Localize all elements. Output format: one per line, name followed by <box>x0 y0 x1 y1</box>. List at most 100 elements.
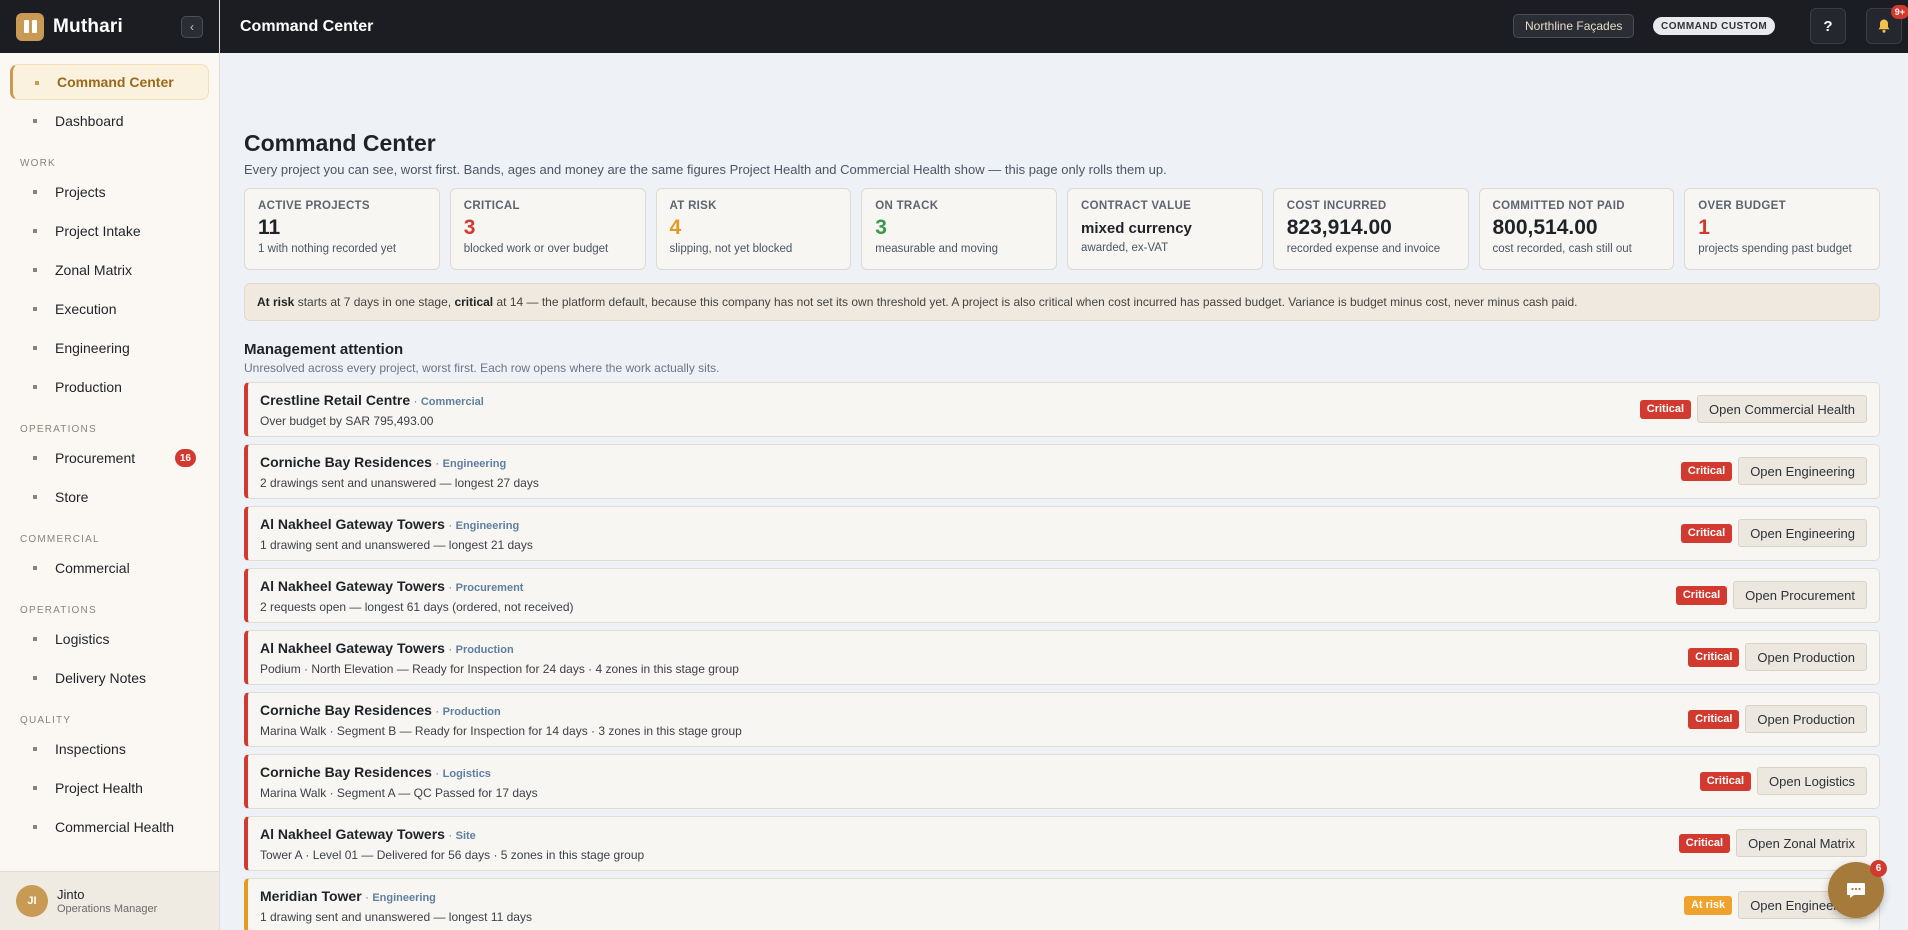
attention-row[interactable]: Crestline Retail Centre · Commercial Over… <box>244 382 1880 437</box>
kpi-label: Cost Incurred <box>1286 200 1387 212</box>
tenant-switcher[interactable]: Northline Façades <box>1513 14 1635 38</box>
sidebar-item-execution[interactable]: Execution <box>10 291 209 327</box>
row-area-tag: Commercial <box>420 396 484 408</box>
sidebar-item-zonal-matrix[interactable]: Zonal Matrix <box>10 252 209 288</box>
collapse-sidebar-button[interactable]: ‹ <box>181 15 203 38</box>
open-production-button[interactable]: Open Production <box>1745 705 1867 733</box>
kpi-value: 1 <box>1698 216 1710 239</box>
kpi-label: Active Projects <box>258 200 370 212</box>
sidebar-item-inspections[interactable]: Inspections <box>10 731 209 767</box>
attention-row[interactable]: Corniche Bay Residences · Logistics Marin… <box>244 754 1880 809</box>
sidebar-nav: Command Center Dashboard Work Projects Proje… <box>0 53 219 845</box>
sidebar-item-dashboard[interactable]: Dashboard <box>10 103 209 139</box>
notifications-button[interactable]: 9+ <box>1866 5 1908 44</box>
sidebar-item-delivery-notes[interactable]: Delivery Notes <box>10 660 209 696</box>
sidebar-item-label: Commercial Health <box>55 819 175 835</box>
sidebar-item-label: Project Health <box>55 780 143 796</box>
kpi-card-committed-not-paid: Committed Not Paid 800,514.00 cost recorde… <box>1478 188 1675 270</box>
kpi-label: Contract Value <box>1081 200 1192 212</box>
sidebar-item-projects[interactable]: Projects <box>10 174 209 210</box>
topbar: Command Center Northline Façades COMMAND… <box>220 0 1908 53</box>
row-actions: Critical Open Engineering <box>1680 457 1867 485</box>
status-badge: Critical <box>1688 647 1740 667</box>
attention-row[interactable]: Al Nakheel Gateway Towers · Engineering 1… <box>244 506 1880 561</box>
notice-at-risk-label: At risk <box>257 295 295 309</box>
open-logistics-button[interactable]: Open Logistics <box>1757 767 1867 795</box>
row-actions: Critical Open Logistics <box>1699 767 1867 795</box>
sidebar-item-label: Delivery Notes <box>55 670 147 686</box>
kpi-note: 1 with nothing recorded yet <box>258 243 397 255</box>
sidebar-item-commercial-health[interactable]: Commercial Health <box>10 809 209 845</box>
chat-button[interactable]: 6 <box>1828 860 1887 918</box>
sidebar-item-label: Projects <box>55 184 106 200</box>
kpi-strip: Active Projects 11 1 with nothing recorded… <box>244 188 1880 270</box>
row-separator: · <box>431 766 443 780</box>
row-description: Marina Walk · Segment A — QC Passed for … <box>260 786 538 800</box>
row-project-name: Al Nakheel Gateway Towers <box>260 516 445 532</box>
open-production-button[interactable]: Open Production <box>1745 643 1867 671</box>
row-separator: · <box>431 704 443 718</box>
row-project-name: Al Nakheel Gateway Towers <box>260 578 445 594</box>
row-area-tag: Engineering <box>455 520 520 532</box>
sidebar-item-logistics[interactable]: Logistics <box>10 621 209 657</box>
sidebar-item-engineering[interactable]: Engineering <box>10 330 209 366</box>
row-description: 2 requests open — longest 61 days (order… <box>260 600 574 614</box>
open-commercial-health-button[interactable]: Open Commercial Health <box>1697 395 1867 423</box>
open-procurement-button[interactable]: Open Procurement <box>1733 581 1867 609</box>
topbar-title: Command Center <box>240 17 374 35</box>
sidebar-item-project-intake[interactable]: Project Intake <box>10 213 209 249</box>
brand-logo-icon[interactable] <box>16 12 44 41</box>
attention-row[interactable]: Al Nakheel Gateway Towers · Production Po… <box>244 630 1880 685</box>
sidebar-item-label: Execution <box>55 301 117 317</box>
chat-icon <box>1847 883 1865 898</box>
sidebar-item-production[interactable]: Production <box>10 369 209 405</box>
row-separator: · <box>444 642 456 656</box>
kpi-value: 3 <box>875 216 887 239</box>
sidebar-item-command-center[interactable]: Command Center <box>10 64 209 100</box>
status-badge: Critical <box>1678 833 1731 853</box>
row-project-name: Corniche Bay Residences <box>260 454 432 470</box>
attention-row[interactable]: Corniche Bay Residences · Engineering 2 d… <box>244 444 1880 499</box>
row-project-name: Meridian Tower <box>260 888 362 904</box>
attention-row[interactable]: Corniche Bay Residences · Production Mari… <box>244 692 1880 747</box>
kpi-card-active-projects: Active Projects 11 1 with nothing recorded… <box>244 188 440 270</box>
brand-name: Muthari <box>53 15 124 37</box>
open-engineering-button[interactable]: Open Engineering <box>1738 519 1867 547</box>
sidebar-section-commercial: Commercial <box>20 533 100 545</box>
kpi-value: 823,914.00 <box>1286 216 1392 239</box>
page-subtitle: Every project you can see, worst first. … <box>244 162 1167 177</box>
kpi-note: slipping, not yet blocked <box>669 243 793 255</box>
row-separator: · <box>444 580 456 594</box>
open-zonal-matrix-button[interactable]: Open Zonal Matrix <box>1736 829 1867 857</box>
sidebar-item-store[interactable]: Store <box>10 479 209 515</box>
row-separator: · <box>444 828 456 842</box>
kpi-card-contract-value: Contract Value mixed currency awarded, ex-… <box>1067 188 1263 270</box>
status-badge: Critical <box>1680 461 1733 481</box>
avatar: JI <box>16 885 48 917</box>
open-engineering-button[interactable]: Open Engineering <box>1738 457 1867 485</box>
row-actions: Critical Open Engineering <box>1680 519 1867 547</box>
kpi-value: mixed currency <box>1081 220 1192 237</box>
sidebar-item-commercial[interactable]: Commercial <box>10 550 209 586</box>
kpi-note: awarded, ex-VAT <box>1081 242 1169 254</box>
kpi-note: recorded expense and invoice <box>1286 243 1441 255</box>
row-separator: · <box>361 890 373 904</box>
sidebar-item-project-health[interactable]: Project Health <box>10 770 209 806</box>
help-button[interactable]: ? <box>1810 8 1846 44</box>
user-menu[interactable]: JI Jinto Operations Manager <box>0 871 219 930</box>
sidebar-item-label: Procurement <box>55 450 136 466</box>
row-description: Marina Walk · Segment B — Ready for Insp… <box>260 724 742 738</box>
sidebar-item-label: Logistics <box>55 631 110 647</box>
sidebar: Muthari ‹ Command Center Dashboard Work Pro… <box>0 0 220 930</box>
kpi-card-over-budget: Over Budget 1 projects spending past budge… <box>1684 188 1880 270</box>
attention-row[interactable]: Meridian Tower · Engineering 1 drawing se… <box>244 878 1880 930</box>
row-project-name: Corniche Bay Residences <box>260 702 432 718</box>
row-area-tag: Site <box>455 830 476 842</box>
attention-row[interactable]: Al Nakheel Gateway Towers · Procurement 2… <box>244 568 1880 623</box>
kpi-label: Critical <box>463 200 520 212</box>
attention-row[interactable]: Al Nakheel Gateway Towers · Site Tower A … <box>244 816 1880 871</box>
sidebar-item-badge: 16 <box>174 449 196 467</box>
sidebar-section-work: Work <box>20 157 56 169</box>
kpi-note: projects spending past budget <box>1698 243 1852 255</box>
sidebar-item-procurement[interactable]: Procurement 16 <box>10 440 209 476</box>
